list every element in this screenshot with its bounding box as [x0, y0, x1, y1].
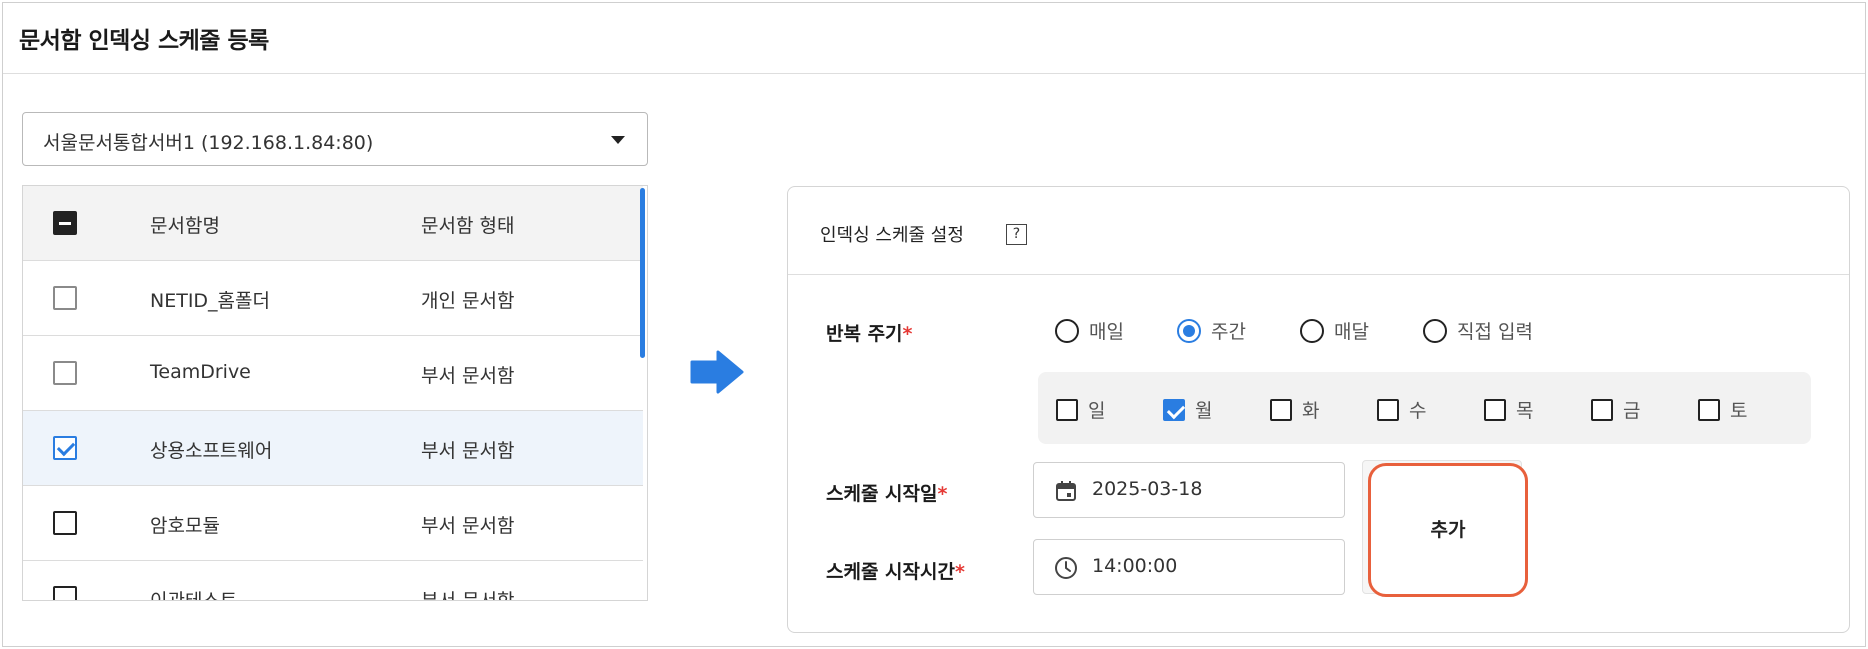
- radio-daily[interactable]: 매일: [1055, 317, 1124, 344]
- start-date-input[interactable]: 2025-03-18: [1033, 462, 1345, 518]
- panel-title: 인덱싱 스케줄 설정: [820, 225, 964, 246]
- day-checkbox-thu[interactable]: 목: [1484, 396, 1533, 423]
- row-docbox-type: 부서 문서함: [421, 590, 515, 601]
- row-docbox-name: 이관테스트: [150, 590, 238, 601]
- row-docbox-name: 상용소프트웨어: [150, 440, 273, 462]
- table-header: 문서함명 문서함 형태: [23, 186, 643, 261]
- start-date-value: 2025-03-18: [1092, 478, 1203, 500]
- arrow-right-icon: [690, 350, 744, 398]
- panel-header: 인덱싱 스케줄 설정 ?: [788, 187, 1849, 275]
- day-checkbox-fri[interactable]: 금: [1591, 396, 1640, 423]
- row-checkbox[interactable]: [53, 436, 77, 460]
- start-time-input[interactable]: 14:00:00: [1033, 539, 1345, 595]
- table-row[interactable]: 상용소프트웨어 부서 문서함: [23, 411, 643, 486]
- add-schedule-button[interactable]: 추가: [1368, 463, 1528, 597]
- radio-weekly[interactable]: 주간: [1177, 317, 1246, 344]
- radio-custom[interactable]: 직접 입력: [1423, 317, 1533, 344]
- row-checkbox[interactable]: [53, 511, 77, 535]
- day-checkbox-wed[interactable]: 수: [1377, 396, 1426, 423]
- calendar-icon: [1054, 479, 1078, 507]
- table-row[interactable]: 이관테스트 부서 문서함: [23, 561, 643, 601]
- header-docbox-name: 문서함명: [150, 215, 220, 237]
- day-checkbox-sun[interactable]: 일: [1056, 396, 1105, 423]
- schedule-settings-panel: 인덱싱 스케줄 설정 ? 반복 주기* 매일 주간 매달 직접 입력 일 월 화…: [787, 186, 1850, 633]
- server-select-value: 서울문서통합서버1 (192.168.1.84:80): [43, 132, 374, 154]
- row-checkbox[interactable]: [53, 361, 77, 385]
- row-docbox-name: TeamDrive: [150, 361, 251, 383]
- day-checkbox-mon[interactable]: 월: [1163, 396, 1212, 423]
- day-checkbox-sat[interactable]: 토: [1698, 396, 1747, 423]
- row-docbox-type: 부서 문서함: [421, 515, 515, 537]
- row-docbox-type: 부서 문서함: [421, 365, 515, 387]
- row-docbox-name: 암호모듈: [150, 515, 220, 537]
- server-select[interactable]: 서울문서통합서버1 (192.168.1.84:80): [22, 112, 648, 166]
- table-row[interactable]: 암호모듈 부서 문서함: [23, 486, 643, 561]
- table-row[interactable]: TeamDrive 부서 문서함: [23, 336, 643, 411]
- clock-icon: [1054, 556, 1078, 584]
- row-docbox-type: 개인 문서함: [421, 290, 515, 312]
- title-bar: 문서함 인덱싱 스케줄 등록: [3, 3, 1865, 74]
- day-checkbox-tue[interactable]: 화: [1270, 396, 1319, 423]
- row-checkbox[interactable]: [53, 586, 77, 600]
- start-date-label: 스케줄 시작일*: [826, 483, 948, 505]
- docbox-table: 문서함명 문서함 형태 NETID_홈폴더 개인 문서함 TeamDrive 부…: [22, 185, 648, 601]
- weekday-selector: 일 월 화 수 목 금 토: [1038, 372, 1811, 444]
- start-time-label: 스케줄 시작시간*: [826, 561, 965, 583]
- header-docbox-type: 문서함 형태: [421, 215, 515, 237]
- start-time-value: 14:00:00: [1092, 555, 1178, 577]
- help-icon[interactable]: ?: [1006, 224, 1027, 245]
- row-docbox-name: NETID_홈폴더: [150, 290, 270, 312]
- table-scrollbar[interactable]: [640, 188, 645, 358]
- table-row[interactable]: NETID_홈폴더 개인 문서함: [23, 261, 643, 336]
- radio-monthly[interactable]: 매달: [1300, 317, 1369, 344]
- row-checkbox[interactable]: [53, 286, 77, 310]
- select-all-checkbox[interactable]: [53, 211, 77, 235]
- page-title: 문서함 인덱싱 스케줄 등록: [19, 28, 269, 54]
- repeat-label: 반복 주기*: [826, 323, 913, 345]
- row-docbox-type: 부서 문서함: [421, 440, 515, 462]
- chevron-down-icon: [611, 136, 625, 144]
